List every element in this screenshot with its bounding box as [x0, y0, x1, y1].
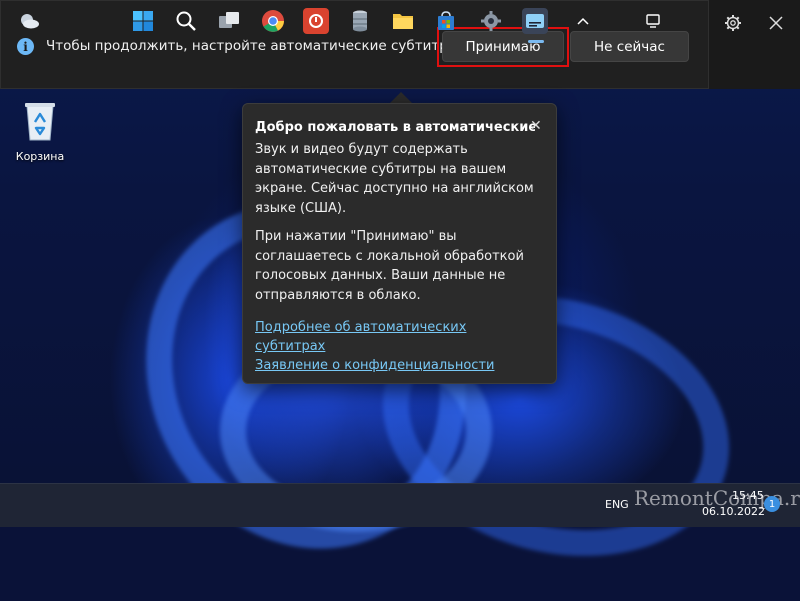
captions-info-flyout: Добро пожаловать в автоматические субтит… — [242, 103, 557, 384]
caption-message: Чтобы продолжить, настройте автоматическ… — [46, 38, 463, 54]
flyout-title: Добро пожаловать в автоматические субтит… — [255, 120, 535, 135]
flyout-paragraph: При нажатии "Принимаю" вы соглашаетесь с… — [255, 229, 524, 303]
flyout-paragraph: Звук и видео будут содержать автоматичес… — [255, 142, 534, 216]
close-icon[interactable] — [767, 14, 785, 32]
not-now-button[interactable]: Не сейчас — [570, 31, 689, 62]
clock-date[interactable]: 06.10.2022 — [702, 505, 765, 518]
recycle-bin-icon — [23, 100, 57, 142]
database-icon[interactable] — [347, 8, 373, 34]
chevron-up-icon[interactable] — [570, 8, 596, 34]
recycle-bin-label: Корзина — [15, 150, 65, 163]
folder-icon[interactable] — [390, 8, 416, 34]
caption-controls-panel — [709, 0, 800, 89]
app-red-icon[interactable] — [303, 8, 329, 34]
language-indicator[interactable]: ENG — [605, 498, 629, 511]
recycle-bin[interactable]: Корзина — [14, 100, 66, 163]
weather-icon[interactable] — [16, 8, 42, 34]
info-icon: i — [17, 38, 34, 55]
settings-icon[interactable] — [478, 8, 504, 34]
privacy-statement-link[interactable]: Заявление о конфиденциальности — [255, 356, 540, 375]
search-icon[interactable] — [173, 8, 199, 34]
active-app-indicator — [528, 40, 544, 43]
task-view-icon[interactable] — [216, 8, 242, 34]
network-icon[interactable] — [640, 8, 666, 34]
live-captions-icon[interactable] — [522, 8, 548, 34]
chrome-icon[interactable] — [260, 8, 286, 34]
gear-icon[interactable] — [724, 14, 742, 32]
notification-badge[interactable]: 1 — [764, 496, 780, 512]
start-icon[interactable] — [130, 8, 156, 34]
store-icon[interactable] — [433, 8, 459, 34]
learn-more-link[interactable]: Подробнее об автоматических субтитрах — [255, 318, 540, 356]
flyout-close-icon[interactable]: ✕ — [530, 118, 542, 134]
clock-time[interactable]: 15:45 — [732, 489, 764, 502]
